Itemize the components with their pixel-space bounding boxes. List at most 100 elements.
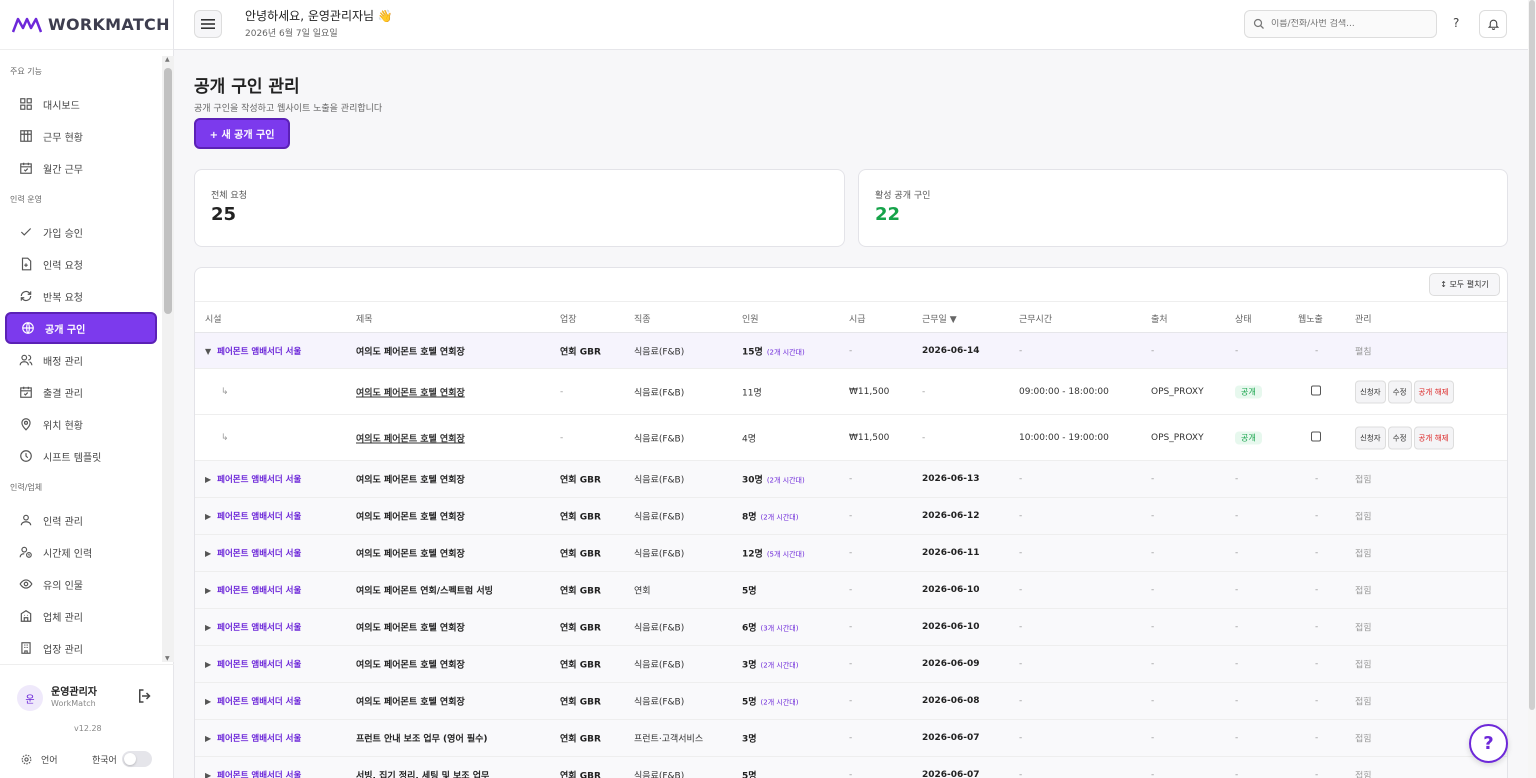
sidebar-scrollbar[interactable]: ▲ ▼ [162,56,174,662]
sidebar-item-grid[interactable]: 대시보드 [5,88,157,120]
manage-cell[interactable]: 접힘 [1355,621,1372,634]
caret-right-icon[interactable]: ▶ [205,586,211,595]
caret-right-icon[interactable]: ▶ [205,475,211,484]
facility-cell[interactable]: ▼ 페어몬트 앰배서더 서울 [205,345,301,357]
table-row-group[interactable]: ▶ 페어몬트 앰배서더 서울 여의도 페어몬트 호텔 연회장 연회 GBR 식음료(F&… [195,683,1507,720]
sidebar-item-user[interactable]: 인력 관리 [5,504,157,536]
table-row-group[interactable]: ▶ 페어몬트 앰배서더 서울 여의도 페어몬트 연회/스펙트럼 서빙 연회 GBR 연회… [195,572,1507,609]
table-row-group[interactable]: ▶ 페어몬트 앰배서더 서울 여의도 페어몬트 호텔 연회장 연회 GBR 식음료(F&… [195,535,1507,572]
page-scroll-thumb[interactable] [1529,0,1535,710]
caret-right-icon[interactable]: ▶ [205,771,211,778]
sidebar-item-clock[interactable]: 시프트 템플릿 [5,440,157,472]
posting-title-link[interactable]: 여의도 페어몬트 호텔 연회장 [356,431,465,444]
manage-cell[interactable]: 접힘 [1355,584,1372,597]
search-box[interactable] [1244,10,1437,38]
facility-name[interactable]: 페어몬트 앰배서더 서울 [217,771,301,778]
search-input[interactable] [1271,19,1421,29]
wage-cell: - [849,474,853,484]
facility-name[interactable]: 페어몬트 앰배서더 서울 [217,549,301,559]
table-row-group[interactable]: ▶ 페어몬트 앰배서더 서울 여의도 페어몬트 호텔 연회장 연회 GBR 식음료(F&… [195,609,1507,646]
sidebar-item-map-pin[interactable]: 위치 현황 [5,408,157,440]
facility-cell[interactable]: ▶ 페어몬트 앰배서더 서울 [205,621,301,633]
table-row-group[interactable]: ▶ 페어몬트 앰배서더 서울 서빙, 집기 정리, 세팅 및 보조 업무 연회 GBR… [195,757,1507,778]
manage-cell[interactable]: 접힘 [1355,473,1372,486]
sidebar-item-calendar-check[interactable]: 월간 근무 [5,152,157,184]
facility-name[interactable]: 페어몬트 앰배서더 서울 [217,623,301,633]
applicants-button[interactable]: 신청자 [1355,426,1386,449]
page-scrollbar[interactable] [1528,0,1536,778]
sidebar-item-eye[interactable]: 유의 인물 [5,568,157,600]
facility-cell[interactable]: ▶ 페어몬트 앰배서더 서울 [205,584,301,596]
facility-name[interactable]: 페어몬트 앰배서더 서울 [217,660,301,670]
facility-name[interactable]: 페어몬트 앰배서더 서울 [217,475,301,485]
web-exposure-checkbox[interactable] [1311,385,1321,395]
caret-right-icon[interactable]: ▶ [205,734,211,743]
slot-count: (2개 시간대) [766,348,805,356]
scroll-down-icon[interactable]: ▼ [165,655,170,662]
expand-all-button[interactable]: ↕ 모두 펼치기 [1429,273,1500,296]
table-row-group[interactable]: ▶ 페어몬트 앰배서더 서울 여의도 페어몬트 호텔 연회장 연회 GBR 식음료(F&… [195,646,1507,683]
caret-right-icon[interactable]: ▶ [205,697,211,706]
sidebar-item-repeat[interactable]: 반복 요청 [5,280,157,312]
sidebar-item-table[interactable]: 근무 현황 [5,120,157,152]
facility-name[interactable]: 페어몬트 앰배서더 서울 [217,586,301,596]
unpublish-button[interactable]: 공개 해제 [1413,426,1454,449]
facility-cell[interactable]: ▶ 페어몬트 앰배서더 서울 [205,658,301,670]
help-button[interactable]: ? [1453,16,1459,30]
sidebar-item-store[interactable]: 업장 관리 [5,632,157,662]
sidebar-item-users[interactable]: 배정 관리 [5,344,157,376]
logout-icon[interactable] [136,687,154,705]
manage-cell[interactable]: 접힘 [1355,547,1372,560]
posting-title-link[interactable]: 여의도 페어몬트 호텔 연회장 [356,385,465,398]
manage-cell[interactable]: 접힘 [1355,695,1372,708]
language-toggle[interactable] [122,751,152,767]
sidebar-item-globe[interactable]: 공개 구인 [5,312,157,344]
column-header[interactable]: 근무일 ▼ [922,312,957,325]
manage-cell[interactable]: 접힘 [1355,769,1372,778]
facility-name[interactable]: 페어몬트 앰배서더 서울 [217,734,301,744]
table-row-group[interactable]: ▶ 페어몬트 앰배서더 서울 프런트 안내 보조 업무 (영어 필수) 연회 GBR 프… [195,720,1507,757]
notification-button[interactable] [1479,10,1507,38]
facility-cell[interactable]: ▶ 페어몬트 앰배서더 서울 [205,473,301,485]
logo[interactable]: WORKMATCH [0,0,173,50]
web-exposure-checkbox[interactable] [1311,431,1321,441]
wage-cell: - [849,696,853,706]
table-row-child[interactable]: ↳ 여의도 페어몬트 호텔 연회장 - 식음료(F&B) 11명 ₩11,500 - 09:0… [195,369,1507,415]
sidebar-item-check[interactable]: 가입 승인 [5,216,157,248]
scroll-up-icon[interactable]: ▲ [165,56,170,63]
table-row-group[interactable]: ▶ 페어몬트 앰배서더 서울 여의도 페어몬트 호텔 연회장 연회 GBR 식음료(F&… [195,461,1507,498]
manage-cell[interactable]: 펼침 [1355,344,1372,357]
manage-cell[interactable]: 접힘 [1355,510,1372,523]
facility-name[interactable]: 페어몬트 앰배서더 서울 [217,512,301,522]
caret-down-icon[interactable]: ▼ [205,347,211,356]
applicants-button[interactable]: 신청자 [1355,380,1386,403]
manage-cell[interactable]: 접힘 [1355,658,1372,671]
sidebar-scroll-thumb[interactable] [164,68,172,314]
caret-right-icon[interactable]: ▶ [205,512,211,521]
table-row-group[interactable]: ▼ 페어몬트 앰배서더 서울 여의도 페어몬트 호텔 연회장 연회 GBR 식음료(F&… [195,333,1507,369]
sidebar-item-calendar-check[interactable]: 출결 관리 [5,376,157,408]
sidebar-item-user-clock[interactable]: 시간제 인력 [5,536,157,568]
table-row-group[interactable]: ▶ 페어몬트 앰배서더 서울 여의도 페어몬트 호텔 연회장 연회 GBR 식음료(F&… [195,498,1507,535]
sidebar-item-building[interactable]: 업체 관리 [5,600,157,632]
menu-button[interactable] [194,10,222,38]
facility-name[interactable]: 페어몬트 앰배서더 서울 [217,697,301,707]
edit-button[interactable]: 수정 [1387,426,1412,449]
facility-cell[interactable]: ▶ 페어몬트 앰배서더 서울 [205,695,301,707]
facility-cell[interactable]: ▶ 페어몬트 앰배서더 서울 [205,510,301,522]
caret-right-icon[interactable]: ▶ [205,549,211,558]
help-fab-button[interactable]: ? [1469,724,1508,763]
unpublish-button[interactable]: 공개 해제 [1413,380,1454,403]
new-job-posting-button[interactable]: + 새 공개 구인 [194,118,290,149]
facility-cell[interactable]: ▶ 페어몬트 앰배서더 서울 [205,547,301,559]
sidebar-item-file-plus[interactable]: 인력 요청 [5,248,157,280]
caret-right-icon[interactable]: ▶ [205,660,211,669]
facility-cell[interactable]: ▶ 페어몬트 앰배서더 서울 [205,732,301,744]
column-header: 직종 [634,315,651,325]
caret-right-icon[interactable]: ▶ [205,623,211,632]
manage-cell[interactable]: 접힘 [1355,732,1372,745]
table-row-child[interactable]: ↳ 여의도 페어몬트 호텔 연회장 - 식음료(F&B) 4명 ₩11,500 - 10:00… [195,415,1507,461]
edit-button[interactable]: 수정 [1387,380,1412,403]
facility-name[interactable]: 페어몬트 앰배서더 서울 [217,347,301,357]
facility-cell[interactable]: ▶ 페어몬트 앰배서더 서울 [205,769,301,778]
